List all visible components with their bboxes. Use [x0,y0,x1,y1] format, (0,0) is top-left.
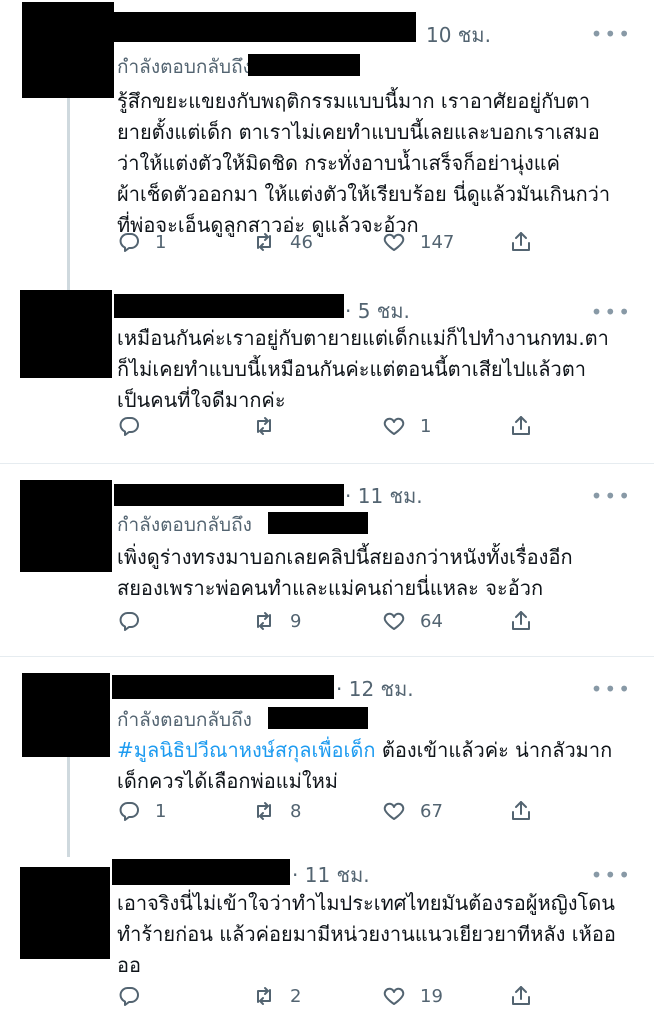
tweet-1[interactable]: 10 ชม. ••• กำลังตอบกลับถึง รู้สึกขยะแขยง… [0,0,654,290]
tweet-4[interactable]: · 12 ชม. ••• กำลังตอบกลับถึง #มูลนิธิปวี… [0,657,654,857]
more-options-icon[interactable]: ••• [591,486,632,506]
retweet-icon [257,233,271,251]
retweet-button[interactable]: 9 [252,609,301,633]
tweet-text: เพิ่งดูร่างทรงมาบอกเลยคลิปนี้สยองกว่าหนั… [117,545,573,600]
author-name-redacted[interactable] [114,294,344,318]
tweet-5[interactable]: · 11 ชม. ••• เอาจริงนี่ไม่เข้าใจว่าทำไมป… [0,857,654,1024]
retweet-icon [257,802,271,820]
avatar[interactable] [20,867,110,959]
like-button[interactable]: 67 [382,799,443,823]
retweet-count: 9 [290,610,302,632]
reply-button[interactable]: 1 [117,230,166,254]
like-icon [383,233,405,251]
reply-button[interactable]: 1 [117,799,166,823]
like-button[interactable]: 64 [382,609,443,633]
like-count: 19 [420,985,443,1007]
tweet-time[interactable]: · 12 ชม. [336,673,414,705]
reply-button[interactable] [117,609,155,633]
more-options-icon[interactable]: ••• [591,302,632,322]
author-name-redacted[interactable] [114,484,344,506]
tweet-time[interactable]: · 11 ชม. [345,480,423,512]
tweet-time[interactable]: · 11 ชม. [292,859,370,891]
avatar[interactable] [22,2,114,98]
tweet-2[interactable]: · 5 ชม. ••• เหมือนกันค่ะเราอยู่กับตายายแ… [0,280,654,460]
author-name-redacted[interactable] [114,12,416,42]
retweet-icon [257,987,271,1005]
reply-to-handle-redacted[interactable] [248,54,360,76]
more-options-icon[interactable]: ••• [591,679,632,699]
like-icon [383,417,405,435]
avatar[interactable] [20,290,112,378]
tweet-text: #มูลนิธิปวีณาหงษ์สกุลเพื่อเด็ก ต้องเข้าแ… [117,735,642,797]
author-name-redacted[interactable] [112,859,290,885]
tweet-actions: 1 46 147 [117,230,637,260]
share-button[interactable] [509,984,533,1008]
retweet-icon [257,417,271,435]
retweet-button[interactable]: 46 [252,230,313,254]
reply-count: 1 [155,231,167,253]
like-button[interactable]: 19 [382,984,443,1008]
like-button[interactable]: 1 [382,414,431,438]
replying-to-label: กำลังตอบกลับถึง [117,709,252,731]
retweet-count: 2 [290,985,302,1007]
reply-icon [119,612,139,631]
reply-to-handle-redacted[interactable] [268,512,368,534]
reply-count: 1 [155,800,167,822]
reply-button[interactable] [117,414,155,438]
like-count: 64 [420,610,443,632]
retweet-button[interactable] [252,414,290,438]
share-icon [512,801,530,820]
share-icon [512,232,530,251]
retweet-count: 46 [290,231,313,253]
avatar[interactable] [22,673,110,757]
tweet-3[interactable]: · 11 ชม. ••• กำลังตอบกลับถึง เพิ่งดูร่าง… [0,464,654,654]
retweet-count: 8 [290,800,302,822]
reply-button[interactable] [117,984,155,1008]
share-button[interactable] [509,609,533,633]
reply-icon [119,417,139,436]
tweet-actions: 9 64 [117,609,637,639]
avatar[interactable] [20,480,112,572]
retweet-button[interactable]: 2 [252,984,301,1008]
tweet-actions: 1 8 67 [117,799,637,829]
replying-to-label: กำลังตอบกลับถึง [117,56,252,78]
share-button[interactable] [509,230,533,254]
share-button[interactable] [509,799,533,823]
reply-icon [119,233,139,252]
tweet-time[interactable]: 10 ชม. [426,19,491,51]
reply-icon [119,802,139,821]
more-options-icon[interactable]: ••• [591,24,632,44]
replying-to-label: กำลังตอบกลับถึง [117,514,252,536]
like-icon [383,802,405,820]
retweet-icon [257,612,271,630]
like-icon [383,987,405,1005]
retweet-button[interactable]: 8 [252,799,301,823]
tweet-text: เอาจริงนี่ไม่เข้าใจว่าทำไมประเทศไทยมันต้… [117,891,616,977]
more-options-icon[interactable]: ••• [591,865,632,885]
thread-line [67,757,70,857]
share-button[interactable] [509,414,533,438]
like-button[interactable]: 147 [382,230,454,254]
tweet-actions: 1 [117,414,637,444]
tweet-text: เหมือนกันค่ะเราอยู่กับตายายแต่เด็กแม่ก็ไ… [117,326,609,412]
like-count: 147 [420,231,455,253]
hashtag-link[interactable]: #มูลนิธิปวีณาหงษ์สกุลเพื่อเด็ก [117,738,375,762]
share-icon [512,986,530,1005]
like-count: 67 [420,800,443,822]
share-icon [512,416,530,435]
reply-icon [119,987,139,1006]
author-name-redacted[interactable] [112,675,334,699]
like-count: 1 [420,415,432,437]
thread-line [67,98,70,290]
reply-to-handle-redacted[interactable] [268,707,368,729]
tweet-text: รู้สึกขยะแขยงกับพฤติกรรมแบบนี้มาก เราอาศ… [117,89,611,237]
share-icon [512,611,530,630]
like-icon [383,612,405,630]
tweet-actions: 2 19 [117,984,637,1014]
